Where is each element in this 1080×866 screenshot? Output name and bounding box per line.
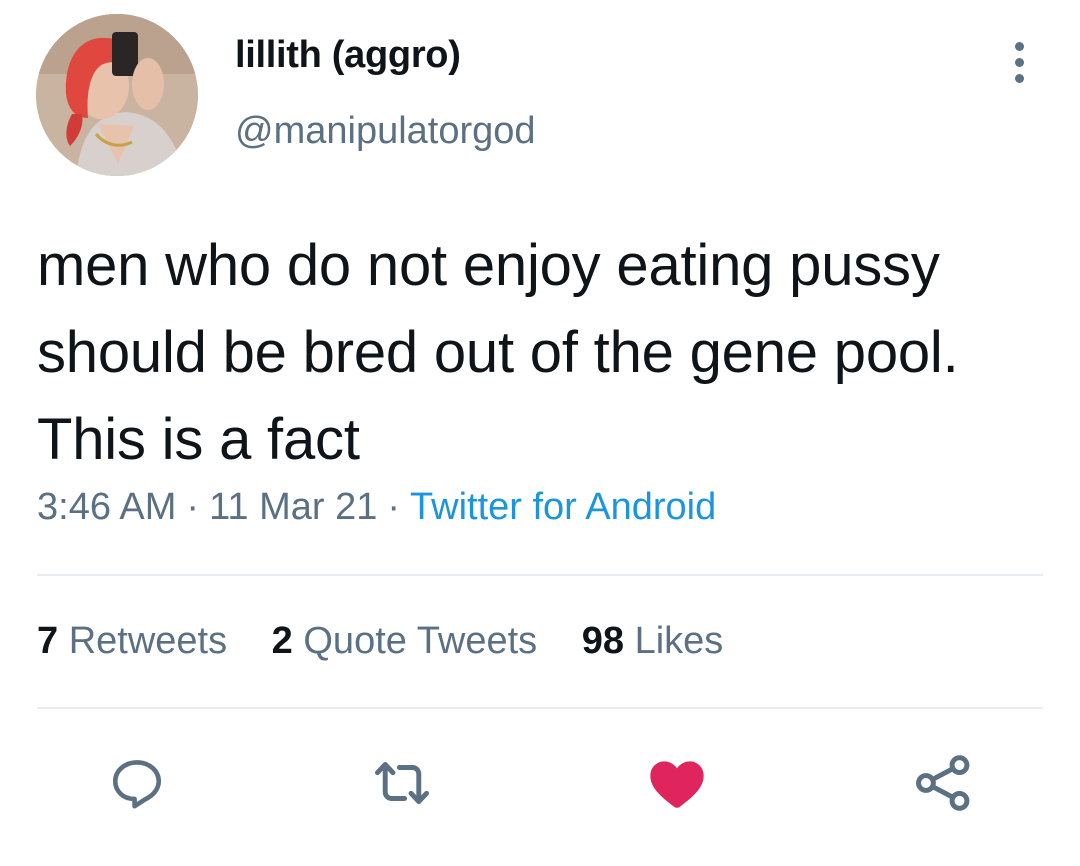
quote-tweets-count: 2 bbox=[271, 620, 293, 662]
tweet-metadata: 3:46 AM · 11 Mar 21 · Twitter for Android bbox=[37, 486, 716, 529]
divider bbox=[37, 574, 1043, 576]
quote-tweets-stat[interactable]: 2 Quote Tweets bbox=[272, 620, 537, 662]
retweet-button[interactable] bbox=[367, 748, 437, 818]
reply-icon bbox=[112, 760, 162, 809]
tweet-text: men who do not enjoy eating pussy should… bbox=[37, 233, 959, 472]
like-icon bbox=[650, 761, 704, 808]
share-icon bbox=[916, 755, 970, 811]
more-options-icon[interactable] bbox=[1003, 38, 1037, 88]
share-button[interactable] bbox=[908, 748, 978, 818]
avatar-image bbox=[36, 14, 198, 176]
tweet-stats: 7 Retweets 2 Quote Tweets 98 Likes bbox=[37, 620, 757, 663]
retweets-label: Retweets bbox=[68, 620, 228, 662]
likes-label: Likes bbox=[634, 620, 724, 662]
likes-stat[interactable]: 98 Likes bbox=[582, 620, 724, 662]
tweet-date: 11 Mar 21 bbox=[209, 486, 378, 528]
retweet-icon bbox=[375, 761, 429, 805]
tweet-card: lillith (aggro) @manipulatorgod men who … bbox=[0, 0, 1080, 866]
tweet-source-link[interactable]: Twitter for Android bbox=[410, 486, 716, 528]
quote-tweets-label: Quote Tweets bbox=[303, 620, 538, 662]
display-name[interactable]: lillith (aggro) bbox=[235, 34, 461, 77]
separator: · bbox=[186, 486, 200, 528]
user-handle[interactable]: @manipulatorgod bbox=[235, 110, 536, 153]
avatar[interactable] bbox=[36, 14, 198, 176]
like-button[interactable] bbox=[642, 748, 712, 818]
tweet-time: 3:46 AM bbox=[37, 486, 177, 528]
divider bbox=[37, 707, 1043, 709]
action-bar bbox=[0, 748, 1080, 818]
retweets-count: 7 bbox=[37, 620, 59, 662]
reply-button[interactable] bbox=[102, 748, 172, 818]
retweets-stat[interactable]: 7 Retweets bbox=[37, 620, 227, 662]
separator: · bbox=[387, 486, 401, 528]
likes-count: 98 bbox=[581, 620, 624, 662]
